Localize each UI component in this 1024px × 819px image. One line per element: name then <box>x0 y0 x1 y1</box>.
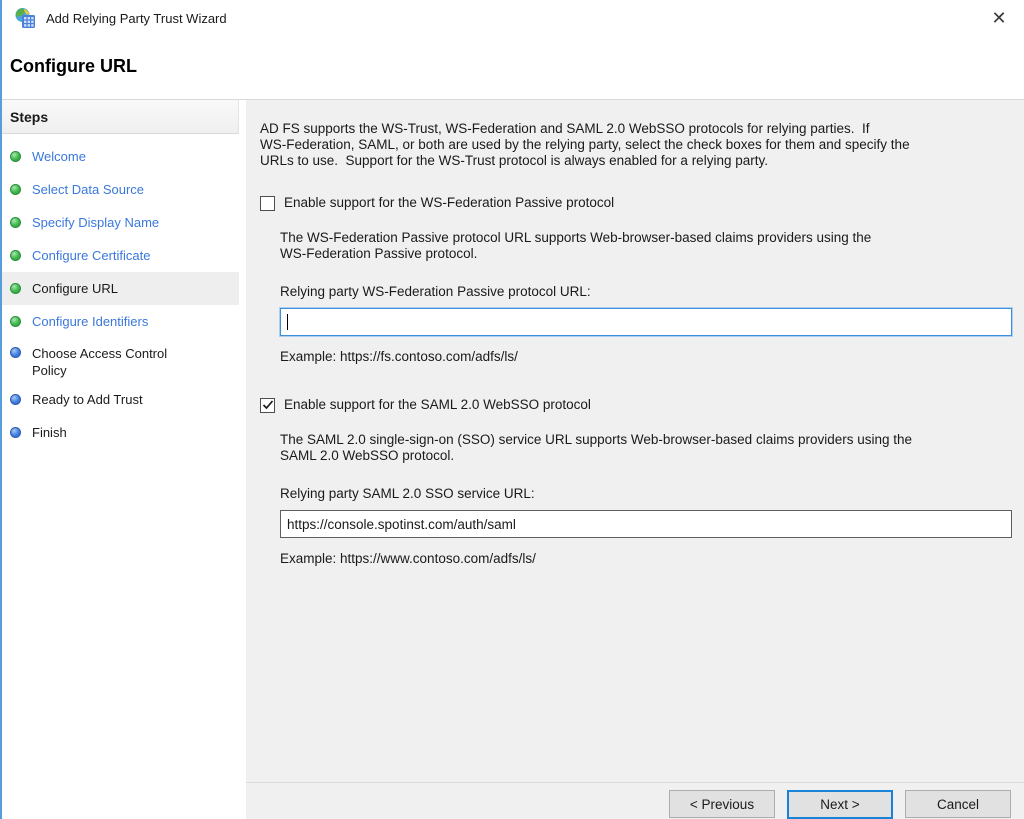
wizard-header: Add Relying Party Trust Wizard ✕ Configu… <box>2 0 1024 100</box>
saml-url-label: Relying party SAML 2.0 SSO service URL: <box>280 486 1012 502</box>
adfs-app-icon <box>14 7 36 29</box>
wsfed-url-input[interactable] <box>280 308 1012 336</box>
steps-header: Steps <box>2 100 239 134</box>
step-label: Configure URL <box>32 280 118 297</box>
sidebar-item-specify-display-name[interactable]: Specify Display Name <box>2 206 239 239</box>
saml-checkbox-label: Enable support for the SAML 2.0 WebSSO p… <box>284 397 591 413</box>
wsfed-url-label: Relying party WS-Federation Passive prot… <box>280 284 1012 300</box>
step-done-dot-icon <box>10 217 21 228</box>
saml-section: The SAML 2.0 single-sign-on (SSO) servic… <box>280 432 1012 567</box>
wsfed-section: The WS-Federation Passive protocol URL s… <box>280 230 1012 365</box>
sidebar-item-welcome[interactable]: Welcome <box>2 140 239 173</box>
sidebar-item-select-data-source[interactable]: Select Data Source <box>2 173 239 206</box>
sidebar-item-ready-to-add-trust[interactable]: Ready to Add Trust <box>2 383 239 416</box>
step-label: Specify Display Name <box>32 214 159 231</box>
step-upcoming-dot-icon <box>10 394 21 405</box>
sidebar-item-configure-certificate[interactable]: Configure Certificate <box>2 239 239 272</box>
step-done-dot-icon <box>10 283 21 294</box>
saml-description: The SAML 2.0 single-sign-on (SSO) servic… <box>280 432 1012 464</box>
intro-text: AD FS supports the WS-Trust, WS-Federati… <box>260 100 1012 169</box>
step-label: Select Data Source <box>32 181 144 198</box>
step-upcoming-dot-icon <box>10 427 21 438</box>
text-caret <box>287 314 288 330</box>
step-label: Configure Certificate <box>32 247 151 264</box>
sidebar-item-finish[interactable]: Finish <box>2 416 239 449</box>
step-label: Configure Identifiers <box>32 313 148 330</box>
step-label: Ready to Add Trust <box>32 391 143 408</box>
wsfed-description: The WS-Federation Passive protocol URL s… <box>280 230 1012 262</box>
saml-url-input[interactable] <box>280 510 1012 538</box>
cancel-button[interactable]: Cancel <box>905 790 1011 818</box>
previous-button[interactable]: < Previous <box>669 790 775 818</box>
wsfed-url-input-wrap <box>280 308 1012 336</box>
sidebar-item-configure-url[interactable]: Configure URL <box>2 272 239 305</box>
wizard-body: Steps Welcome Select Data Source Specify… <box>2 100 1024 819</box>
step-label: Choose Access Control Policy <box>32 345 202 379</box>
steps-list: Welcome Select Data Source Specify Displ… <box>2 134 246 449</box>
wsfed-checkbox[interactable] <box>260 196 275 211</box>
wizard-window: Add Relying Party Trust Wizard ✕ Configu… <box>0 0 1024 819</box>
step-done-dot-icon <box>10 151 21 162</box>
window-title: Add Relying Party Trust Wizard <box>46 11 227 26</box>
saml-example-text: Example: https://www.contoso.com/adfs/ls… <box>280 551 1012 567</box>
sidebar-item-choose-access-control-policy[interactable]: Choose Access Control Policy <box>2 338 239 383</box>
saml-checkbox[interactable] <box>260 398 275 413</box>
titlebar: Add Relying Party Trust Wizard ✕ <box>2 0 1024 36</box>
step-done-dot-icon <box>10 316 21 327</box>
checkmark-icon <box>262 399 274 411</box>
close-icon: ✕ <box>991 8 1006 29</box>
step-label: Finish <box>32 424 67 441</box>
step-done-dot-icon <box>10 184 21 195</box>
saml-url-input-wrap <box>280 510 1012 538</box>
saml-checkbox-row: Enable support for the SAML 2.0 WebSSO p… <box>260 397 1012 413</box>
footer-divider <box>246 782 1024 783</box>
steps-sidebar: Steps Welcome Select Data Source Specify… <box>2 100 246 819</box>
step-done-dot-icon <box>10 250 21 261</box>
page-title: Configure URL <box>10 56 137 77</box>
step-label: Welcome <box>32 148 86 165</box>
wsfed-example-text: Example: https://fs.contoso.com/adfs/ls/ <box>280 349 1012 365</box>
main-pane: AD FS supports the WS-Trust, WS-Federati… <box>246 100 1024 819</box>
close-button[interactable]: ✕ <box>984 4 1014 32</box>
next-button[interactable]: Next > <box>787 790 893 819</box>
sidebar-item-configure-identifiers[interactable]: Configure Identifiers <box>2 305 239 338</box>
step-upcoming-dot-icon <box>10 347 21 358</box>
footer-buttons: < Previous Next > Cancel <box>669 790 1011 819</box>
wsfed-checkbox-label: Enable support for the WS-Federation Pas… <box>284 195 614 211</box>
wsfed-checkbox-row: Enable support for the WS-Federation Pas… <box>260 195 1012 211</box>
